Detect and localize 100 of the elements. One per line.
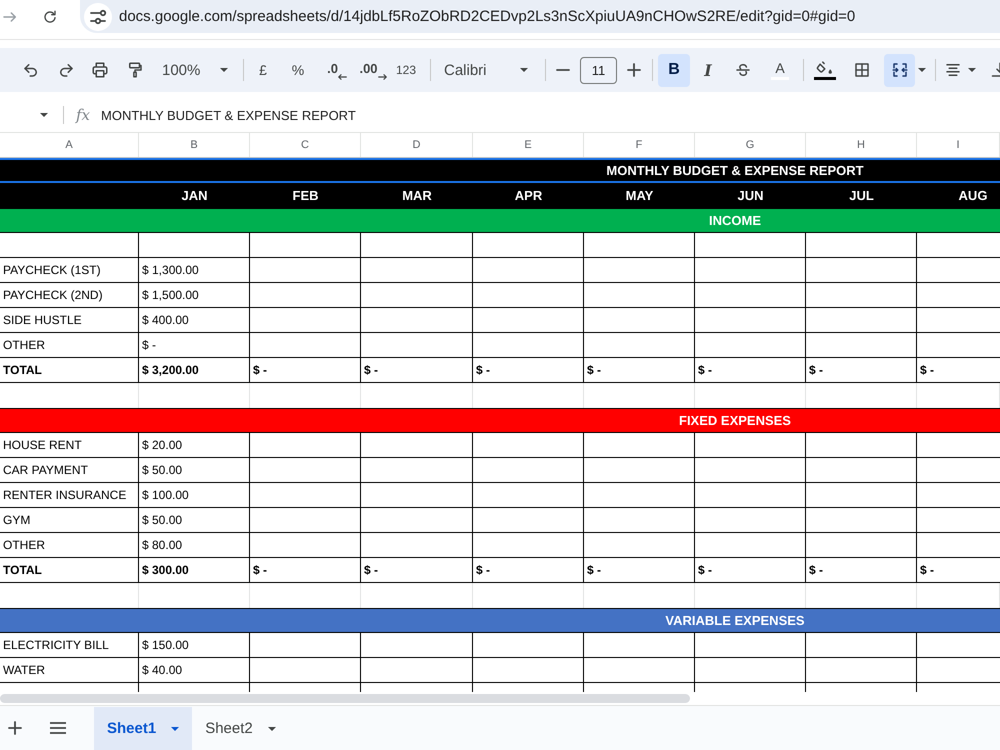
table-cell: $ 1,300.00 <box>139 258 250 283</box>
font-dropdown[interactable]: Calibri <box>444 62 528 78</box>
font-size-field[interactable]: 11 <box>580 56 617 84</box>
arrow-left-icon <box>338 74 347 80</box>
month-label: JUL <box>849 188 874 203</box>
column-header[interactable]: D <box>361 133 473 157</box>
reload-icon[interactable] <box>42 9 58 25</box>
strikethrough-icon <box>734 61 752 79</box>
caret-icon <box>268 726 276 730</box>
zoom-dropdown[interactable]: 100% <box>162 62 228 78</box>
section-title: FIXED EXPENSES <box>679 413 791 428</box>
caret-icon[interactable] <box>220 68 228 72</box>
table-cell: $ - <box>473 358 584 383</box>
number-format-button[interactable]: 123 <box>394 63 418 77</box>
italic-button[interactable]: I <box>696 54 720 86</box>
table-cell: RENTER INSURANCE <box>0 483 139 508</box>
arrow-down-to-line-icon[interactable] <box>991 61 1000 79</box>
formula-field[interactable]: MONTHLY BUDGET & EXPENSE REPORT <box>101 108 356 122</box>
table-cell: $ 80.00 <box>139 533 250 558</box>
table-cell: $ 50.00 <box>139 458 250 483</box>
scrollbar-thumb[interactable] <box>0 694 690 703</box>
report-title: MONTHLY BUDGET & EXPENSE REPORT <box>606 163 864 178</box>
section-title: VARIABLE EXPENSES <box>665 613 805 628</box>
address-bar[interactable]: docs.google.com/spreadsheets/d/14jdbLf5RoZObRD2CEDvp2Ls3nScXpiuUA9nCHOwS2RE/edit?gid=0#gid=0 <box>80 0 1000 33</box>
table-cell: $ - <box>806 358 917 383</box>
caret-icon[interactable] <box>918 68 926 72</box>
bold-button[interactable]: B <box>658 54 690 86</box>
increase-decimal-button[interactable]: .00 <box>357 58 389 82</box>
fx-label: fx <box>76 106 90 124</box>
table-cell: CAR PAYMENT <box>0 458 139 483</box>
decrease-decimal-button[interactable]: .0 <box>324 58 350 82</box>
bracket-arrows-icon <box>890 61 908 79</box>
table-cell: OTHER <box>0 333 139 358</box>
table-cell: $ 50.00 <box>139 508 250 533</box>
table-cell: PAYCHECK (2ND) <box>0 283 139 308</box>
table-cell: $ - <box>917 358 1000 383</box>
sheet-tab[interactable]: Sheet2 <box>192 707 289 750</box>
paint-bucket-icon[interactable] <box>816 60 834 76</box>
merge-cells-button[interactable] <box>884 54 915 86</box>
table-cell: $ - <box>361 558 473 583</box>
table-cell: $ - <box>250 558 361 583</box>
sliders-icon[interactable] <box>84 2 112 30</box>
table-cell: $ - <box>250 358 361 383</box>
percent-format-button[interactable]: % <box>290 62 306 78</box>
column-header[interactable]: E <box>473 133 584 157</box>
month-label: MAY <box>626 188 654 203</box>
menu-icon[interactable] <box>50 722 66 734</box>
column-header[interactable]: F <box>584 133 695 157</box>
caret-icon[interactable] <box>40 113 48 117</box>
table-cell: TOTAL <box>0 558 139 583</box>
table-cell: $ - <box>473 558 584 583</box>
table-cell: $ 1,500.00 <box>139 283 250 308</box>
column-header[interactable]: G <box>695 133 806 157</box>
table-cell: $ - <box>584 558 695 583</box>
table-cell: OTHER <box>0 533 139 558</box>
currency-format-button[interactable]: £ <box>255 62 271 78</box>
table-cell: $ - <box>695 358 806 383</box>
month-label: AUG <box>958 188 988 203</box>
align-center-icon[interactable] <box>944 61 962 79</box>
text-color-button[interactable]: A <box>768 55 792 85</box>
undo-icon[interactable] <box>22 61 40 79</box>
table-cell: $ 3,200.00 <box>139 358 250 383</box>
month-label: FEB <box>292 188 318 203</box>
table-cell: $ 300.00 <box>139 558 250 583</box>
forward-arrow-icon[interactable] <box>2 9 18 25</box>
grid-icon[interactable] <box>853 61 871 79</box>
month-label: JUN <box>737 188 764 203</box>
arrow-right-icon <box>378 74 387 80</box>
url-text: docs.google.com/spreadsheets/d/14jdbLf5RoZObRD2CEDvp2Ls3nScXpiuUA9nCHOwS2RE/edit?gid=0#gid=0 <box>119 8 856 25</box>
table-cell: $ - <box>139 333 250 358</box>
table-cell: $ - <box>917 558 1000 583</box>
month-label: JAN <box>181 188 208 203</box>
column-header[interactable]: C <box>250 133 361 157</box>
table-cell: SIDE HUSTLE <box>0 308 139 333</box>
table-cell: $ - <box>584 358 695 383</box>
month-label: APR <box>514 188 542 203</box>
table-cell: WATER <box>0 658 139 683</box>
table-cell: TOTAL <box>0 358 139 383</box>
column-header[interactable]: I <box>917 133 1000 157</box>
table-cell: GYM <box>0 508 139 533</box>
column-header[interactable]: B <box>139 133 250 157</box>
table-cell: $ 40.00 <box>139 658 250 683</box>
column-header[interactable]: H <box>806 133 917 157</box>
caret-icon <box>171 726 180 730</box>
table-cell: ELECTRICITY BILL <box>0 633 139 658</box>
sheet-tab[interactable]: Sheet1 <box>94 707 192 750</box>
caret-icon[interactable] <box>520 68 528 72</box>
table-cell: $ 400.00 <box>139 308 250 333</box>
plus-icon[interactable] <box>8 721 22 735</box>
table-cell: $ 150.00 <box>139 633 250 658</box>
caret-icon[interactable] <box>968 68 976 72</box>
redo-icon[interactable] <box>57 61 75 79</box>
table-cell: $ - <box>806 558 917 583</box>
table-cell: $ 100.00 <box>139 483 250 508</box>
table-cell: $ 20.00 <box>139 433 250 458</box>
paint-roller-icon[interactable] <box>126 61 144 79</box>
table-cell: $ - <box>361 358 473 383</box>
plus-icon[interactable] <box>627 63 641 77</box>
printer-icon[interactable] <box>91 61 109 79</box>
column-header[interactable]: A <box>0 133 139 157</box>
